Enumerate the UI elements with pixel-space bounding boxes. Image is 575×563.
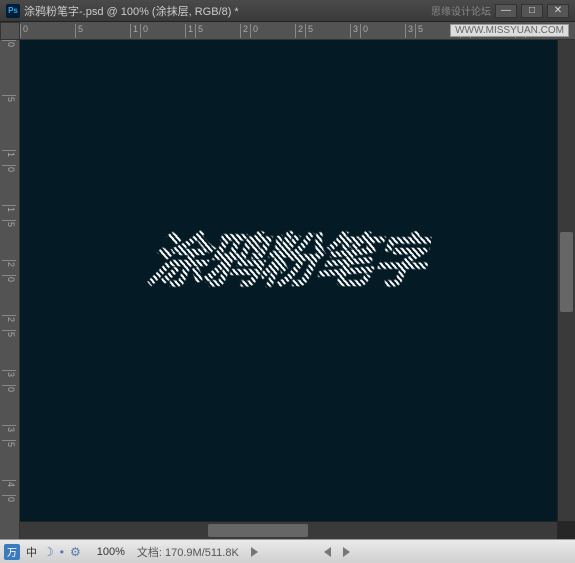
ruler-tick: 0 [2,385,16,392]
ruler-tick: 3 [2,370,16,377]
canvas-area: 涂鸦粉笔字 [20,40,575,539]
nav-arrow-right-icon[interactable] [251,547,258,557]
ruler-tick: 5 [195,24,203,38]
ruler-tick: 0 [2,165,16,172]
docsize-label: 文档: [137,547,162,559]
ruler-tick: 1 [2,205,16,212]
ruler-tick: 2 [295,24,303,38]
ruler-tick: 2 [2,315,16,322]
maximize-button[interactable]: □ [521,4,543,18]
ruler-tick: 3 [2,425,16,432]
zoom-level[interactable]: 100% [97,546,125,558]
moon-icon[interactable]: ☽ [43,545,54,559]
ruler-tick: 1 [2,150,16,157]
docsize-value: 170.9M/511.8K [165,547,239,559]
chalk-text-layer: 涂鸦粉笔字 [143,214,435,298]
horizontal-scrollbar[interactable] [20,521,557,539]
vertical-ruler[interactable]: 0 5 1 0 1 5 2 0 2 5 3 0 3 5 4 0 [0,40,20,539]
language-indicator[interactable]: 中 [26,544,37,560]
ruler-tick: 0 [250,24,258,38]
ruler-tick: 3 [350,24,358,38]
ruler-tick: 5 [2,95,16,102]
status-bar: 万 中 ☽ • ⚙ 100% 文档: 170.9M/511.8K [0,539,575,563]
app-icon: Ps [6,4,20,18]
bullet-icon: • [60,545,64,559]
title-bar: Ps 涂鸦粉笔字-.psd @ 100% (涂抹层, RGB/8) * 思缘设计… [0,0,575,22]
ruler-tick: 5 [75,24,83,38]
ruler-tick: 5 [415,24,423,38]
nav-arrow-left-icon[interactable] [324,547,331,557]
ruler-tick: 3 [405,24,413,38]
vertical-scrollbar[interactable] [557,40,575,521]
ruler-tick: 0 [360,24,368,38]
ruler-tick: 5 [2,330,16,337]
ruler-origin[interactable] [0,22,20,40]
source-url-badge: WWW.MISSYUAN.COM [450,24,569,37]
document-canvas[interactable]: 涂鸦粉笔字 [20,40,557,521]
scrollbar-thumb[interactable] [560,232,573,312]
ruler-tick: 5 [2,440,16,447]
ime-icon[interactable]: 万 [4,544,20,560]
ruler-tick: 1 [185,24,193,38]
ruler-tick: 2 [2,260,16,267]
ruler-tick: 0 [2,40,16,47]
document-title: 涂鸦粉笔字-.psd @ 100% (涂抹层, RGB/8) * [24,3,239,19]
settings-icon[interactable]: ⚙ [70,545,81,559]
ruler-tick: 0 [140,24,148,38]
close-button[interactable]: ✕ [547,4,569,18]
ruler-tick: 1 [130,24,138,38]
ruler-tick: 5 [305,24,313,38]
nav-arrow-right-icon[interactable] [343,547,350,557]
ruler-tick: 5 [2,220,16,227]
scrollbar-thumb[interactable] [208,524,308,537]
ruler-tick: 0 [20,24,28,38]
ruler-tick: 2 [240,24,248,38]
ruler-tick: 0 [2,275,16,282]
minimize-button[interactable]: — [495,4,517,18]
ruler-tick: 0 [2,495,16,502]
ruler-tick: 4 [2,480,16,487]
watermark-text: 思缘设计论坛 [431,3,491,18]
